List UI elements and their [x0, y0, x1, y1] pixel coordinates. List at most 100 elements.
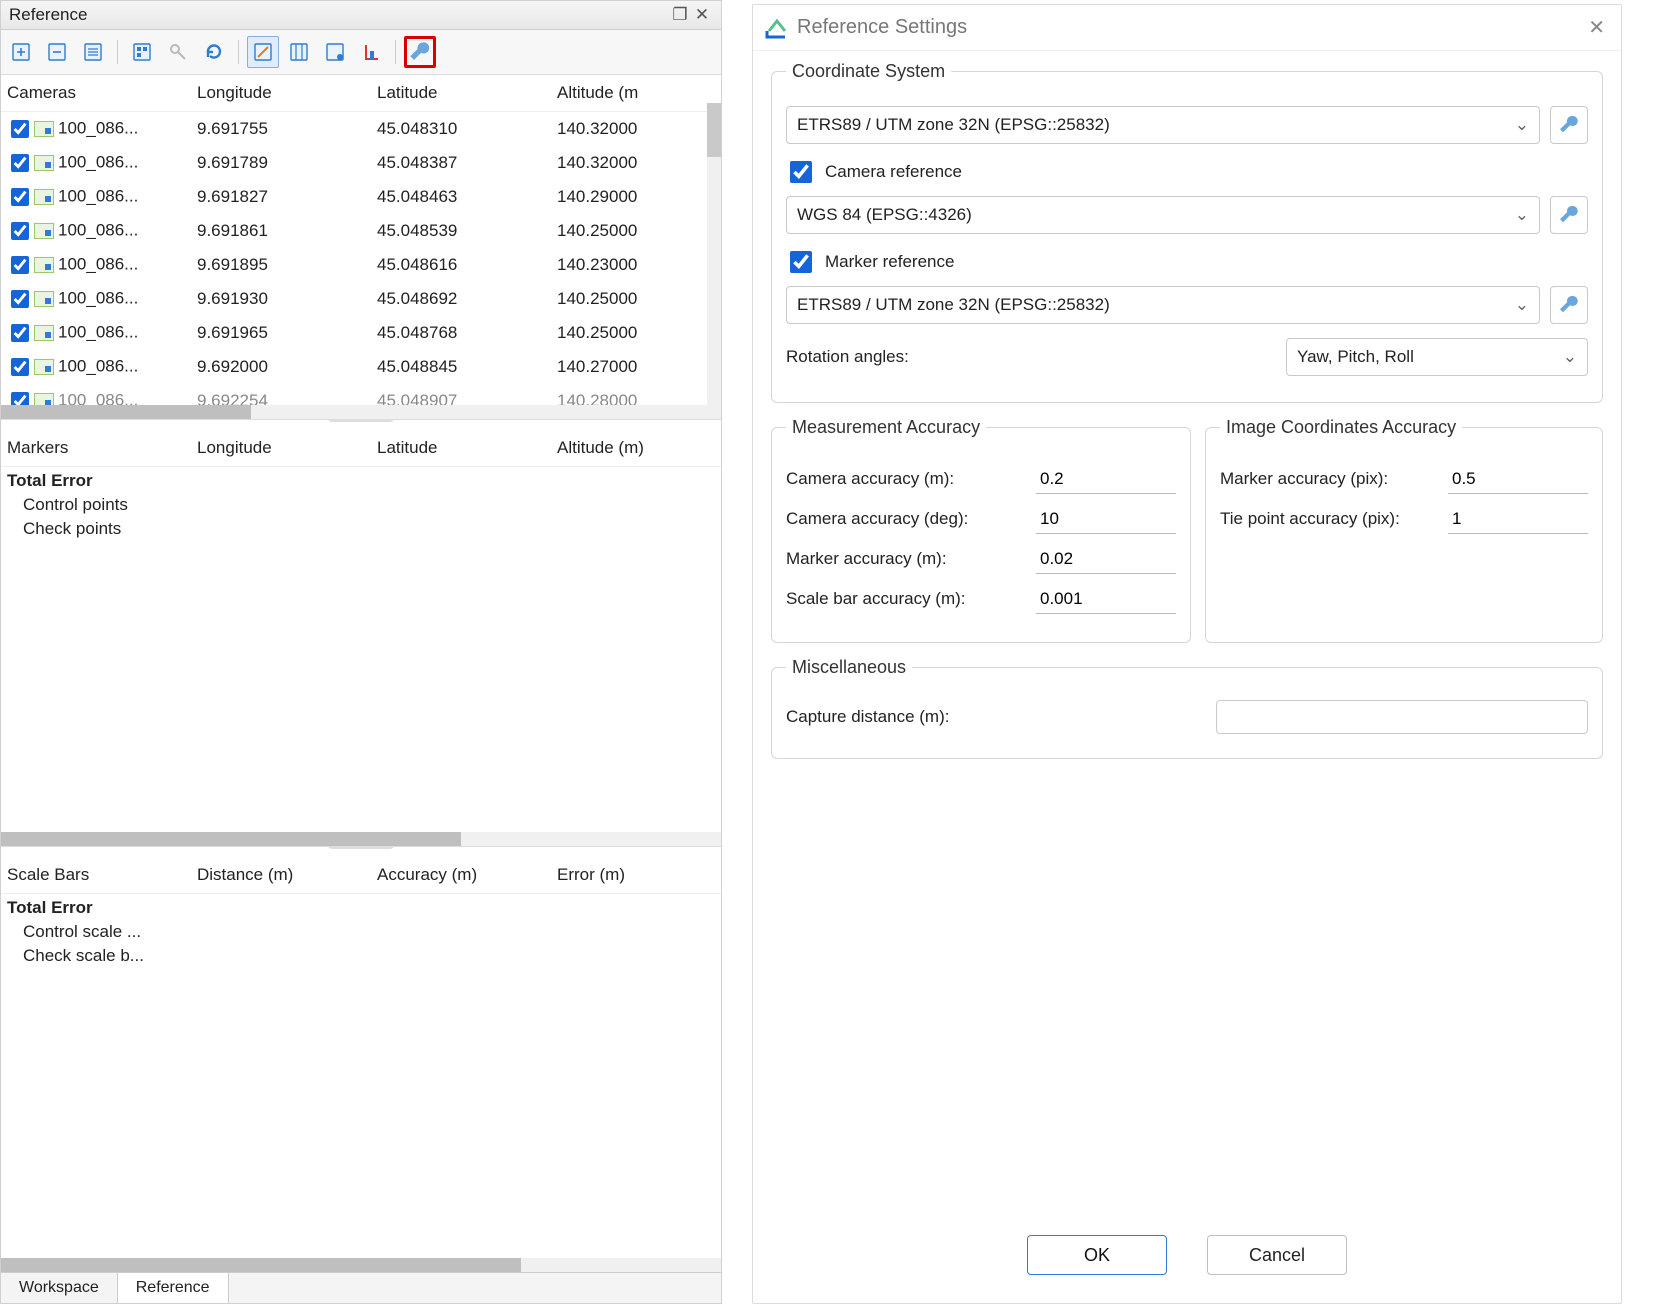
ok-button[interactable]: OK — [1027, 1235, 1167, 1275]
close-icon[interactable]: ✕ — [691, 5, 713, 25]
cameras-hscrollbar[interactable] — [1, 405, 721, 419]
table-row[interactable]: 100_086...9.69175545.048310140.32000 — [1, 112, 721, 147]
scalebars-check[interactable]: Check scale b... — [1, 944, 721, 968]
cameras-vscrollbar[interactable] — [707, 103, 721, 405]
marker-accuracy-m-input[interactable] — [1036, 544, 1176, 574]
settings-button[interactable] — [404, 36, 436, 68]
cancel-button[interactable]: Cancel — [1207, 1235, 1347, 1275]
camera-reference-checkbox[interactable] — [790, 161, 812, 183]
view-markers-button[interactable] — [126, 36, 158, 68]
view-estimated-button[interactable] — [247, 36, 279, 68]
scale-bar-button[interactable] — [355, 36, 387, 68]
camera-row-checkbox[interactable] — [11, 392, 29, 405]
reference-toolbar — [1, 30, 721, 75]
cs-settings-button[interactable] — [1550, 106, 1588, 144]
camera-name: 100_086... — [58, 322, 138, 341]
marker-reference-combo[interactable]: ETRS89 / UTM zone 32N (EPSG::25832) ⌄ — [786, 286, 1540, 324]
table-row[interactable]: 100_086...9.69225445.048907140.28000 — [1, 384, 721, 405]
col-latitude[interactable]: Latitude — [371, 75, 551, 112]
scalebars-control[interactable]: Control scale ... — [1, 920, 721, 944]
import-reference-button[interactable] — [5, 36, 37, 68]
camera-lat: 45.048768 — [371, 316, 551, 350]
meas-legend: Measurement Accuracy — [786, 417, 986, 438]
dialog-titlebar[interactable]: Reference Settings ✕ — [753, 5, 1621, 51]
camera-reference-combo[interactable]: WGS 84 (EPSG::4326) ⌄ — [786, 196, 1540, 234]
scalebar-accuracy-m-input[interactable] — [1036, 584, 1176, 614]
camera-row-checkbox[interactable] — [11, 290, 29, 308]
col-markers[interactable]: Markers — [1, 430, 191, 467]
camera-row-checkbox[interactable] — [11, 256, 29, 274]
view-source-button[interactable] — [283, 36, 315, 68]
tab-reference[interactable]: Reference — [118, 1273, 229, 1303]
camera-row-checkbox[interactable] — [11, 154, 29, 172]
table-row[interactable]: 100_086...9.69189545.048616140.23000 — [1, 248, 721, 282]
camera-row-checkbox[interactable] — [11, 222, 29, 240]
coordinate-system-combo[interactable]: ETRS89 / UTM zone 32N (EPSG::25832) ⌄ — [786, 106, 1540, 144]
tab-workspace[interactable]: Workspace — [1, 1273, 118, 1303]
col-markers-alt[interactable]: Altitude (m) — [551, 430, 721, 467]
markers-section: Markers Longitude Latitude Altitude (m) … — [1, 419, 721, 846]
camera-ref-settings-button[interactable] — [1550, 196, 1588, 234]
table-row[interactable]: 100_086...9.69200045.048845140.27000 — [1, 350, 721, 384]
camera-name: 100_086... — [58, 288, 138, 307]
camera-lat: 45.048539 — [371, 214, 551, 248]
camera-alt: 140.25000 — [551, 214, 721, 248]
col-scalebars[interactable]: Scale Bars — [1, 857, 191, 894]
view-errors-button[interactable] — [319, 36, 351, 68]
scalebars-hscrollbar[interactable] — [1, 1258, 721, 1272]
table-row[interactable]: 100_086...9.69196545.048768140.25000 — [1, 316, 721, 350]
col-altitude[interactable]: Altitude (m — [551, 75, 721, 112]
camera-accuracy-m-input[interactable] — [1036, 464, 1176, 494]
camera-row-checkbox[interactable] — [11, 324, 29, 342]
camera-icon — [34, 121, 54, 137]
camera-row-checkbox[interactable] — [11, 120, 29, 138]
dialog-close-button[interactable]: ✕ — [1584, 15, 1609, 40]
table-row[interactable]: 100_086...9.69186145.048539140.25000 — [1, 214, 721, 248]
camera-icon — [34, 359, 54, 375]
dialog-title-text: Reference Settings — [797, 16, 1574, 39]
key-icon[interactable] — [162, 36, 194, 68]
view-cameras-button[interactable] — [77, 36, 109, 68]
miscellaneous-group: Miscellaneous Capture distance (m): — [771, 657, 1603, 759]
tie-point-accuracy-pix-label: Tie point accuracy (pix): — [1220, 509, 1448, 529]
panel-titlebar[interactable]: Reference ❐ ✕ — [1, 1, 721, 30]
markers-total-error: Total Error — [1, 467, 721, 493]
markers-control-points[interactable]: Control points — [1, 493, 721, 517]
camera-lat: 45.048845 — [371, 350, 551, 384]
refresh-button[interactable] — [198, 36, 230, 68]
markers-check-points[interactable]: Check points — [1, 517, 721, 541]
camera-alt: 140.28000 — [551, 384, 721, 405]
col-error[interactable]: Error (m) — [551, 857, 721, 894]
col-distance[interactable]: Distance (m) — [191, 857, 371, 894]
tie-point-accuracy-pix-input[interactable] — [1448, 504, 1588, 534]
col-markers-lon[interactable]: Longitude — [191, 430, 371, 467]
camera-accuracy-deg-input[interactable] — [1036, 504, 1176, 534]
table-row[interactable]: 100_086...9.69193045.048692140.25000 — [1, 282, 721, 316]
splitter-handle-2[interactable] — [1, 847, 721, 857]
table-row[interactable]: 100_086...9.69182745.048463140.29000 — [1, 180, 721, 214]
camera-icon — [34, 155, 54, 171]
export-reference-button[interactable] — [41, 36, 73, 68]
rotation-angles-combo[interactable]: Yaw, Pitch, Roll ⌄ — [1286, 338, 1588, 376]
capture-distance-input[interactable] — [1216, 700, 1588, 734]
col-cameras[interactable]: Cameras — [1, 75, 191, 112]
marker-reference-checkbox[interactable] — [790, 251, 812, 273]
marker-ref-settings-button[interactable] — [1550, 286, 1588, 324]
splitter-handle[interactable] — [1, 420, 721, 430]
chevron-down-icon: ⌄ — [1515, 295, 1529, 315]
camera-row-checkbox[interactable] — [11, 358, 29, 376]
camera-alt: 140.29000 — [551, 180, 721, 214]
col-accuracy[interactable]: Accuracy (m) — [371, 857, 551, 894]
camera-lon: 9.691930 — [191, 282, 371, 316]
camera-lat: 45.048310 — [371, 112, 551, 147]
markers-hscrollbar[interactable] — [1, 832, 721, 846]
camera-lat: 45.048616 — [371, 248, 551, 282]
camera-alt: 140.32000 — [551, 112, 721, 147]
col-markers-lat[interactable]: Latitude — [371, 430, 551, 467]
col-longitude[interactable]: Longitude — [191, 75, 371, 112]
undock-icon[interactable]: ❐ — [669, 5, 691, 25]
camera-icon — [34, 325, 54, 341]
marker-accuracy-pix-input[interactable] — [1448, 464, 1588, 494]
table-row[interactable]: 100_086...9.69178945.048387140.32000 — [1, 146, 721, 180]
camera-row-checkbox[interactable] — [11, 188, 29, 206]
